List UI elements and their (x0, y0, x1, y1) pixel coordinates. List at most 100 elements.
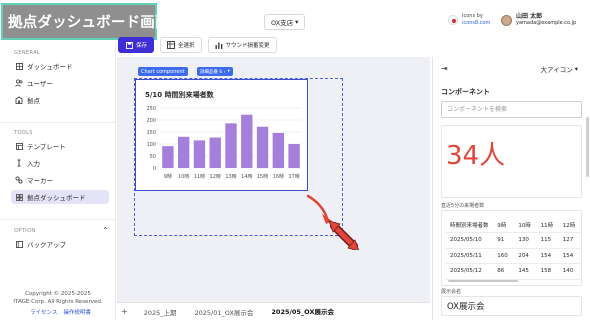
table-cell: 158 (536, 263, 559, 280)
sidebar-divider (0, 122, 116, 123)
sidebar-item-templates[interactable]: テンプレート (11, 139, 109, 153)
building-icon (15, 96, 23, 104)
y-tick-label: 200 (146, 118, 156, 124)
x-tick-label: 9時 (164, 174, 172, 180)
table-scrollbar[interactable] (448, 280, 518, 282)
sound-change-button[interactable]: サウンド損番変更 (207, 37, 277, 53)
save-label: 保存 (136, 43, 148, 49)
sidebar-item-label: 拠点ダッシュボード (27, 194, 86, 202)
component-tag[interactable]: Chart component (138, 67, 188, 76)
table-header-cell: 9時 (493, 217, 515, 233)
sidebar-item-label: ダッシュボード (27, 63, 73, 71)
app-header: 拠点ダッシュボード画面 OX支店 ▾ Icons by icons8.com 山… (0, 0, 590, 42)
credit-link[interactable]: icons8.com (462, 20, 490, 27)
grid-icon (15, 62, 23, 70)
license-link[interactable]: ライセンス (30, 308, 57, 316)
x-tick-label: 16時 (273, 174, 284, 180)
select-all-icon (167, 41, 175, 49)
sidebar-item-users[interactable]: ユーザー (11, 76, 109, 90)
chart-bar (162, 146, 174, 168)
x-tick-label: 15時 (257, 174, 268, 180)
select-all-button[interactable]: 全選択 (160, 37, 202, 53)
user-email: yamada@example.co.jp (516, 20, 577, 26)
panel-heading: コンポーネント (441, 88, 490, 96)
sidebar-item-label: バックアップ (27, 241, 66, 249)
table-header-cell: 12時 (558, 217, 581, 233)
manual-link[interactable]: 操作説明書 (63, 308, 91, 316)
tab-2025-05-exhibition[interactable]: 2025/05_OX展示会 (269, 302, 336, 320)
avatar (501, 14, 512, 26)
sidebar-item-location-dashboard[interactable]: 拠点ダッシュボード (11, 190, 109, 204)
user-menu[interactable]: 山田 太郎 yamada@example.co.jp (501, 13, 576, 27)
tab-2025-first-half[interactable]: 2025_上期 (142, 303, 179, 320)
sidebar-item-dashboard[interactable]: ダッシュボード (11, 59, 109, 73)
x-tick-label: 10時 (178, 174, 189, 180)
y-tick-label: 150 (146, 130, 156, 136)
dashboard-icon (15, 193, 23, 201)
table-cell: 2025/05/11 (446, 248, 494, 264)
chart-bar (193, 140, 206, 168)
table-cell: 140 (558, 263, 581, 280)
sidebar-item-marker[interactable]: マーカー (11, 173, 109, 187)
table-header-cell: 時間別来場者数 (446, 217, 494, 233)
icon-size-select[interactable]: 大アイコン ▾ (541, 64, 578, 74)
sidebar: GENERAL ダッシュボード ユーザー 拠点 TOOLS テンプレート 入力 (0, 42, 116, 320)
table-header-cell: 11時 (536, 217, 559, 233)
chevron-up-icon[interactable]: ⌃ (102, 226, 109, 235)
table-row: 2025/05/11 160 204 154 154 (446, 248, 581, 264)
save-icon (125, 41, 133, 49)
credit-line: Icons by (462, 13, 483, 19)
chart-bar (272, 132, 285, 168)
sidebar-item-locations[interactable]: 拠点 (11, 93, 109, 107)
bar-chart-icon (215, 41, 223, 49)
component-tag-detail[interactable]: 詳細品番 6 › ▾ (197, 67, 233, 76)
panel-scrollbar[interactable] (586, 117, 589, 177)
select-all-label: 全選択 (178, 43, 195, 49)
template-icon (15, 142, 23, 150)
chart-bar (241, 114, 253, 168)
add-tab-icon[interactable]: + (121, 307, 128, 316)
x-tick-label: 14時 (241, 174, 252, 180)
sidebar-divider (0, 219, 116, 220)
table-cell: 91 (493, 232, 515, 249)
x-tick-label: 17時 (288, 174, 299, 180)
table-cell: 2025/05/10 (446, 232, 494, 249)
chart-title: 5/10 時間別来場者数 (145, 91, 214, 99)
icon-size-value: 大アイコン (540, 66, 573, 74)
table-row: 2025/05/12 86 145 158 140 (446, 263, 581, 280)
sidebar-item-label: テンプレート (27, 143, 66, 151)
x-tick-label: 11時 (194, 174, 205, 180)
x-tick-label: 13時 (225, 174, 236, 180)
save-button[interactable]: 保存 (118, 37, 155, 53)
section-title-option: OPTION (14, 228, 36, 234)
table-component-preview[interactable]: 時間別来場者数 9時 10時 11時 12時 2025/05/10 91 130… (441, 210, 582, 286)
flag-icon (448, 15, 458, 25)
chevron-down-icon: ▾ (574, 65, 578, 73)
y-tick-label: 50 (150, 154, 156, 160)
table-cell: 115 (536, 232, 559, 249)
component-search-input[interactable] (441, 101, 582, 118)
venue-component-preview[interactable]: OX展示会 (441, 296, 582, 316)
venue-component-label: 展示会名 (441, 289, 462, 295)
table-cell: 130 (514, 232, 537, 249)
store-select[interactable]: OX支店 ▾ (264, 14, 306, 30)
sidebar-item-backup[interactable]: バックアップ (11, 237, 109, 251)
footer-links: ライセンス 操作説明書 (30, 308, 91, 316)
table-header-cell: 10時 (514, 217, 537, 233)
y-tick-label: 0 (153, 166, 156, 172)
table-cell: 145 (514, 263, 537, 280)
sidebar-item-label: 入力 (27, 160, 40, 168)
icons-credit: Icons by icons8.com (448, 13, 490, 27)
sidebar-item-input[interactable]: 入力 (11, 156, 109, 170)
store-select-value: OX支店 (271, 19, 294, 27)
chart-component[interactable]: 5/10 時間別来場者数 0 50 100 150 200 250 9時 10時 11時 12時 1… (135, 79, 308, 191)
y-tick-label: 100 (146, 142, 156, 148)
chevron-down-icon: ▾ (227, 69, 230, 74)
tab-2025-01-exhibition[interactable]: 2025/01_OX展示会 (193, 303, 256, 320)
venue-value: OX展示会 (447, 302, 485, 312)
sheet-tabs: + 2025_上期 2025/01_OX展示会 2025/05_OX展示会 (117, 302, 430, 320)
table-cell: 204 (514, 248, 537, 264)
collapse-panel-icon[interactable]: ⇥ (441, 64, 448, 73)
y-tick-label: 250 (146, 106, 156, 112)
page-title-banner: 拠点ダッシュボード画面 (1, 3, 170, 40)
